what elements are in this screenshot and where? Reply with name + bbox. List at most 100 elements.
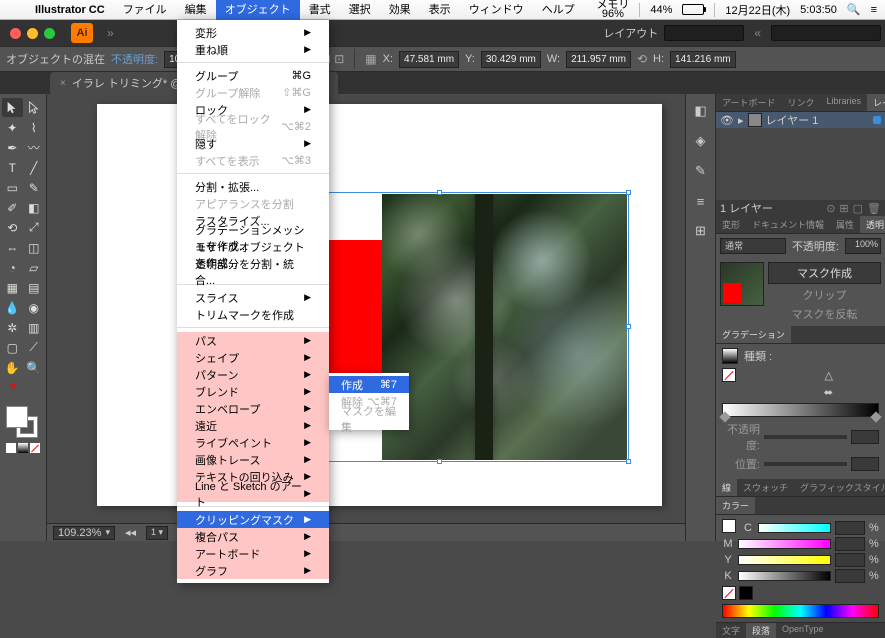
m-slider[interactable] (738, 539, 831, 549)
opacity-label[interactable]: 不透明度: (111, 51, 158, 67)
panel-icon-1[interactable]: ◧ (690, 100, 712, 122)
free-transform-tool[interactable]: ◫ (24, 238, 45, 257)
layer-name[interactable]: レイヤー 1 (766, 112, 819, 128)
window-close[interactable] (10, 28, 21, 39)
tab-libraries[interactable]: Libraries (820, 94, 867, 111)
opacity-value-field[interactable]: 100% (845, 238, 881, 254)
type-tool[interactable]: T (2, 158, 23, 177)
rectangle-tool[interactable]: ▭ (2, 178, 23, 197)
lasso-tool[interactable]: ⌇ (24, 118, 45, 137)
selection-tool[interactable] (2, 98, 23, 117)
scale-tool[interactable]: ⤢ (24, 218, 45, 237)
tab-gradient[interactable]: グラデーション (716, 326, 791, 343)
menu-item[interactable]: 分割・拡張... (177, 178, 329, 195)
tab-attributes[interactable]: 属性 (830, 216, 860, 233)
blend-tool[interactable]: ◉ (24, 298, 45, 317)
paintbrush-tool[interactable]: ✎ (24, 178, 45, 197)
tab-opentype[interactable]: OpenType (776, 623, 830, 638)
make-mask-button[interactable]: マスク作成 (768, 262, 881, 284)
menu-item[interactable]: スライス▶ (177, 289, 329, 306)
transform-ref-icon[interactable]: ▦ (365, 52, 376, 66)
k-slider[interactable] (738, 571, 831, 581)
new-layer-icon[interactable]: ▢ (853, 202, 863, 215)
transparency-thumb[interactable] (720, 262, 764, 306)
menu-object[interactable]: オブジェクト (216, 0, 300, 20)
column-graph-tool[interactable]: ▥ (24, 318, 45, 337)
search-field[interactable] (771, 25, 881, 41)
locate-icon[interactable]: ⊙ (826, 202, 835, 215)
new-sublayer-icon[interactable]: ⊞ (839, 202, 848, 215)
app-name[interactable]: Illustrator CC (26, 0, 114, 20)
tab-transparency[interactable]: 透明 (860, 216, 885, 233)
menu-item[interactable]: 遠近▶ (177, 417, 329, 434)
menu-window[interactable]: ウィンドウ (460, 0, 533, 20)
menu-item[interactable]: ライブペイント▶ (177, 434, 329, 451)
panel-toggle-right-icon[interactable]: « (750, 26, 765, 40)
direct-selection-tool[interactable] (24, 98, 45, 117)
tab-swatches[interactable]: スウォッチ (737, 479, 794, 496)
invert-mask-checkbox[interactable]: マスクを反転 (768, 306, 881, 322)
m-value[interactable] (835, 537, 865, 551)
canvas[interactable]: 109.23% ▾ ◂◂ 1 ▾ ▸▸ 選択 (47, 94, 685, 541)
tab-transform[interactable]: 変形 (716, 216, 746, 233)
menu-select[interactable]: 選択 (340, 0, 380, 20)
menu-item[interactable]: クリッピングマスク▶ (177, 511, 329, 528)
menu-item[interactable]: Line と Sketch のアート▶ (177, 485, 329, 502)
tab-links[interactable]: リンク (781, 94, 820, 111)
w-field[interactable]: 211.957 mm (566, 51, 631, 68)
workspace-select[interactable] (664, 25, 744, 41)
tab-graphic-styles[interactable]: グラフィックスタイル (794, 479, 885, 496)
layer-row[interactable]: 👁 ▸ レイヤー 1 (716, 112, 885, 128)
menu-item[interactable]: ブレンド▶ (177, 383, 329, 400)
link-wh-icon[interactable]: ⟲ (637, 52, 647, 66)
panel-icon-4[interactable]: ≡ (690, 190, 712, 212)
tab-stroke[interactable]: 線 (716, 479, 737, 496)
menu-item[interactable]: 変形▶ (177, 24, 329, 41)
panel-icon-3[interactable]: ✎ (690, 160, 712, 182)
fill-swatch-mini[interactable] (722, 519, 736, 533)
gradient-ramp[interactable] (722, 403, 879, 417)
line-tool[interactable]: ╱ (24, 158, 45, 177)
h-field[interactable]: 141.216 mm (670, 51, 736, 68)
grad-opacity-val[interactable] (851, 430, 879, 444)
menu-item[interactable]: 画像トレース▶ (177, 451, 329, 468)
zoom-field[interactable]: 109.23% ▾ (53, 526, 115, 540)
fill-stroke-swatches[interactable] (2, 404, 44, 440)
menu-item[interactable]: パス▶ (177, 332, 329, 349)
layer-target-icon[interactable] (873, 116, 881, 124)
slice-tool[interactable]: ⟋ (24, 338, 45, 357)
menu-item[interactable]: 透明部分を分割・統合... (177, 263, 329, 280)
delete-layer-icon[interactable]: 🗑 (867, 202, 881, 215)
none-mode-icon[interactable] (30, 443, 40, 453)
menu-item[interactable]: 重ね順▶ (177, 41, 329, 58)
menu-type[interactable]: 書式 (300, 0, 340, 20)
artboard-nav[interactable]: 1 ▾ (146, 526, 168, 540)
magic-wand-tool[interactable]: ✦ (2, 118, 23, 137)
menu-item[interactable]: グループ⌘G (177, 67, 329, 84)
menu-item[interactable]: アートボード▶ (177, 545, 329, 562)
menu-item[interactable]: 隠す▶ (177, 135, 329, 152)
panel-icon-5[interactable]: ⊞ (690, 220, 712, 242)
color-mode-icon[interactable] (6, 443, 16, 453)
tab-artboards[interactable]: アートボード (716, 94, 781, 111)
zoom-tool[interactable]: 🔍 (24, 358, 45, 377)
gradient-mode-icon[interactable] (18, 443, 28, 453)
submenu-item[interactable]: 作成⌘7 (329, 376, 409, 393)
gradient-tool[interactable]: ▤ (24, 278, 45, 297)
shape-builder-tool[interactable]: ◔ (2, 258, 23, 277)
eyedropper-tool[interactable]: 💧 (2, 298, 23, 317)
black-swatch[interactable] (739, 586, 753, 600)
menu-file[interactable]: ファイル (114, 0, 176, 20)
y-slider[interactable] (738, 555, 831, 565)
curvature-tool[interactable]: 〰 (24, 138, 45, 157)
pen-tool[interactable]: ✒ (2, 138, 23, 157)
spotlight-icon[interactable]: 🔍 (847, 3, 861, 16)
panel-toggle-icon[interactable]: » (103, 26, 118, 40)
blend-mode-select[interactable]: 通常 (720, 238, 786, 254)
menu-item[interactable]: パターン▶ (177, 366, 329, 383)
tab-color[interactable]: カラー (716, 497, 755, 514)
width-tool[interactable]: ⇔ (2, 238, 23, 257)
grad-opacity-slider[interactable] (764, 435, 847, 439)
menu-item[interactable]: グラフ▶ (177, 562, 329, 579)
y-field[interactable]: 30.429 mm (481, 51, 541, 68)
